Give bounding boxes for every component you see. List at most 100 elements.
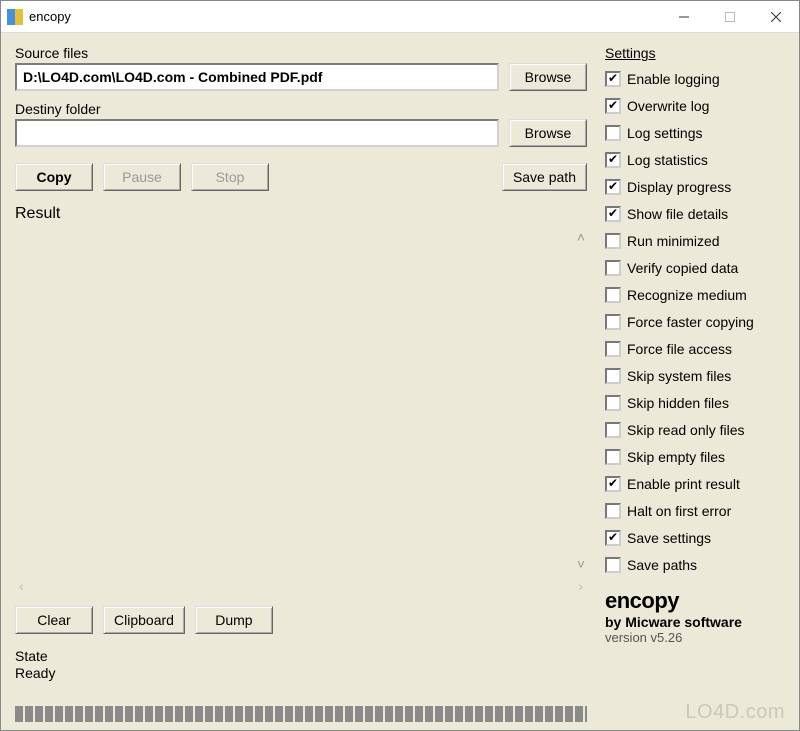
setting-overwrite-log[interactable]: Overwrite log — [605, 92, 785, 119]
checkbox-icon[interactable] — [605, 125, 621, 141]
settings-list: Enable logging Overwrite log Log settings L… — [605, 65, 785, 578]
setting-label: Save paths — [627, 557, 697, 573]
setting-force-faster-copying[interactable]: Force faster copying — [605, 308, 785, 335]
destiny-folder-input[interactable] — [15, 119, 499, 147]
setting-label: Skip system files — [627, 368, 731, 384]
checkbox-icon[interactable] — [605, 314, 621, 330]
setting-label: Save settings — [627, 530, 711, 546]
checkbox-icon[interactable] — [605, 71, 621, 87]
setting-log-statistics[interactable]: Log statistics — [605, 146, 785, 173]
save-path-button[interactable]: Save path — [502, 163, 587, 191]
setting-force-file-access[interactable]: Force file access — [605, 335, 785, 362]
settings-header: Settings — [605, 45, 785, 61]
destiny-folder-label: Destiny folder — [15, 101, 587, 117]
setting-skip-empty-files[interactable]: Skip empty files — [605, 443, 785, 470]
result-buttons: Clear Clipboard Dump — [15, 606, 587, 634]
setting-verify-copied-data[interactable]: Verify copied data — [605, 254, 785, 281]
setting-enable-logging[interactable]: Enable logging — [605, 65, 785, 92]
setting-log-settings[interactable]: Log settings — [605, 119, 785, 146]
setting-run-minimized[interactable]: Run minimized — [605, 227, 785, 254]
setting-save-settings[interactable]: Save settings — [605, 524, 785, 551]
checkbox-icon[interactable] — [605, 395, 621, 411]
setting-label: Overwrite log — [627, 98, 709, 114]
app-icon — [7, 9, 23, 25]
setting-label: Enable logging — [627, 71, 720, 87]
checkbox-icon[interactable] — [605, 287, 621, 303]
checkbox-icon[interactable] — [605, 233, 621, 249]
setting-label: Skip empty files — [627, 449, 725, 465]
checkbox-icon[interactable] — [605, 449, 621, 465]
progress-bar — [15, 706, 587, 722]
app-window: encopy Source files Browse Destiny folde… — [0, 0, 800, 731]
clipboard-button[interactable]: Clipboard — [103, 606, 185, 634]
brand-block: encopy by Micware software version v5.26 — [605, 588, 785, 645]
brand-name: encopy — [605, 588, 785, 614]
scroll-up-icon[interactable]: ˄ — [577, 229, 585, 245]
minimize-icon — [679, 12, 689, 22]
result-area: ˄ ˅ ‹ › Clear Clipboard Dump State Ready — [15, 225, 587, 722]
setting-label: Verify copied data — [627, 260, 738, 276]
checkbox-icon[interactable] — [605, 341, 621, 357]
setting-show-file-details[interactable]: Show file details — [605, 200, 785, 227]
setting-label: Show file details — [627, 206, 728, 222]
setting-skip-system-files[interactable]: Skip system files — [605, 362, 785, 389]
setting-label: Run minimized — [627, 233, 720, 249]
setting-enable-print-result[interactable]: Enable print result — [605, 470, 785, 497]
horizontal-scroll: ‹ › — [15, 576, 587, 596]
setting-label: Skip read only files — [627, 422, 745, 438]
setting-label: Display progress — [627, 179, 731, 195]
checkbox-icon[interactable] — [605, 422, 621, 438]
maximize-button — [707, 1, 753, 33]
setting-halt-on-first-error[interactable]: Halt on first error — [605, 497, 785, 524]
setting-label: Enable print result — [627, 476, 740, 492]
checkbox-icon[interactable] — [605, 476, 621, 492]
content-area: Source files Browse Destiny folder Brows… — [1, 33, 799, 730]
checkbox-icon[interactable] — [605, 260, 621, 276]
checkbox-icon[interactable] — [605, 503, 621, 519]
setting-display-progress[interactable]: Display progress — [605, 173, 785, 200]
browse-destiny-button[interactable]: Browse — [509, 119, 587, 147]
brand-company: by Micware software — [605, 614, 785, 630]
window-controls — [661, 1, 799, 33]
setting-label: Halt on first error — [627, 503, 731, 519]
setting-label: Force faster copying — [627, 314, 754, 330]
state-label: State — [15, 648, 587, 664]
close-button[interactable] — [753, 1, 799, 33]
setting-label: Skip hidden files — [627, 395, 729, 411]
close-icon — [771, 12, 781, 22]
clear-button[interactable]: Clear — [15, 606, 93, 634]
checkbox-icon[interactable] — [605, 557, 621, 573]
action-row: Copy Pause Stop Save path — [15, 163, 587, 191]
source-files-label: Source files — [15, 45, 587, 61]
state-value: Ready — [15, 665, 587, 681]
setting-label: Force file access — [627, 341, 732, 357]
checkbox-icon[interactable] — [605, 98, 621, 114]
titlebar-left: encopy — [7, 9, 71, 25]
source-row: Browse — [15, 63, 587, 91]
source-files-input[interactable] — [15, 63, 499, 91]
titlebar: encopy — [1, 1, 799, 33]
checkbox-icon[interactable] — [605, 206, 621, 222]
checkbox-icon[interactable] — [605, 179, 621, 195]
copy-button[interactable]: Copy — [15, 163, 93, 191]
setting-label: Log statistics — [627, 152, 708, 168]
minimize-button[interactable] — [661, 1, 707, 33]
scroll-down-icon[interactable]: ˅ — [577, 556, 585, 572]
browse-source-button[interactable]: Browse — [509, 63, 587, 91]
brand-version: version v5.26 — [605, 630, 785, 645]
setting-skip-read-only-files[interactable]: Skip read only files — [605, 416, 785, 443]
result-box[interactable]: ˄ ˅ — [15, 225, 587, 576]
checkbox-icon[interactable] — [605, 530, 621, 546]
result-label: Result — [15, 205, 587, 223]
right-panel: Settings Enable logging Overwrite log Log … — [605, 45, 785, 722]
checkbox-icon[interactable] — [605, 152, 621, 168]
checkbox-icon[interactable] — [605, 368, 621, 384]
setting-save-paths[interactable]: Save paths — [605, 551, 785, 578]
setting-skip-hidden-files[interactable]: Skip hidden files — [605, 389, 785, 416]
dump-button[interactable]: Dump — [195, 606, 273, 634]
scroll-left-icon[interactable]: ‹ — [19, 578, 24, 594]
setting-label: Log settings — [627, 125, 703, 141]
stop-button: Stop — [191, 163, 269, 191]
setting-recognize-medium[interactable]: Recognize medium — [605, 281, 785, 308]
scroll-right-icon[interactable]: › — [578, 578, 583, 594]
